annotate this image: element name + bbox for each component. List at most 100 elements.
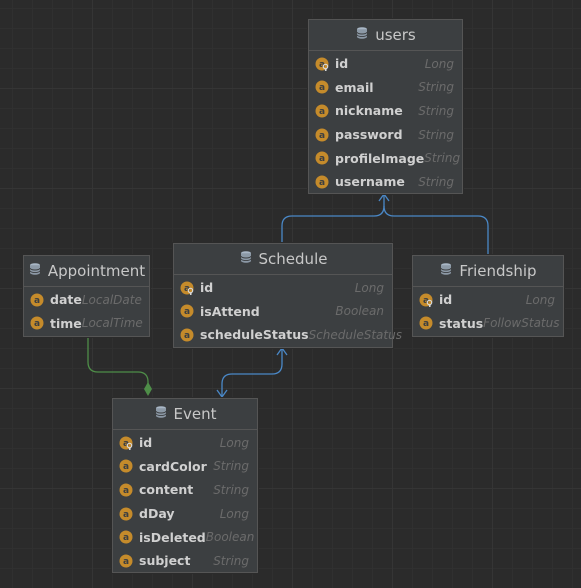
entity-event[interactable]: Event a id Long a cardColor String a content Str… [112, 398, 258, 573]
field-row-cardcolor[interactable]: a cardColor String [113, 455, 257, 479]
svg-text:a: a [34, 320, 40, 330]
key-icon: a [315, 57, 329, 71]
field-row-id[interactable]: a id Long [113, 431, 257, 455]
field-type: String [418, 127, 454, 142]
field-row-username[interactable]: a username String [309, 170, 462, 194]
entity-friendship[interactable]: Friendship a id Long a status FollowStatus [412, 255, 564, 337]
entity-friendship-title: Friendship [459, 262, 537, 280]
entity-appointment-header: Appointment [24, 256, 149, 287]
field-name: date [50, 292, 82, 308]
field-name: profileImage [335, 150, 425, 166]
field-icon: a [315, 128, 329, 142]
field-type: String [418, 103, 454, 118]
svg-text:a: a [123, 533, 129, 543]
field-row-status[interactable]: a status FollowStatus [413, 312, 563, 336]
field-name: isDeleted [139, 529, 206, 545]
table-icon [239, 250, 253, 268]
field-icon: a [315, 104, 329, 118]
field-row-isdeleted[interactable]: a isDeleted Boolean [113, 525, 257, 549]
edge-friendship-users [383, 205, 489, 255]
field-row-id[interactable]: a id Long [174, 276, 392, 300]
field-name: status [439, 315, 484, 331]
field-name: id [439, 292, 453, 308]
key-icon: a [180, 281, 194, 295]
field-row-subject[interactable]: a subject String [113, 549, 257, 573]
field-type: FollowStatus [483, 316, 560, 331]
entity-appointment[interactable]: Appointment a date LocalDate a time LocalTime [23, 255, 150, 337]
field-icon: a [419, 316, 433, 330]
field-icon: a [315, 151, 329, 165]
field-name: isAttend [200, 303, 260, 319]
field-name: username [335, 174, 405, 190]
field-type: Boolean [335, 304, 384, 319]
field-row-dday[interactable]: a dDay Long [113, 502, 257, 526]
svg-text:a: a [123, 486, 129, 496]
field-name: scheduleStatus [200, 327, 309, 343]
svg-text:a: a [184, 308, 190, 318]
table-icon [28, 262, 42, 280]
field-type: Long [219, 435, 249, 450]
field-type: String [213, 459, 249, 474]
field-icon: a [119, 554, 133, 568]
field-name: time [50, 315, 82, 331]
entity-users-header: users [309, 20, 462, 51]
field-name: cardColor [139, 458, 207, 474]
field-type: ScheduleStatus [308, 327, 402, 342]
entity-schedule-title: Schedule [258, 250, 328, 268]
svg-text:a: a [123, 463, 129, 473]
svg-text:a: a [34, 296, 40, 306]
field-type: LocalDate [81, 292, 142, 307]
entity-users[interactable]: users a id Long a email String a nickname String… [308, 19, 463, 194]
entity-users-title: users [375, 26, 416, 44]
field-row-email[interactable]: a email String [309, 76, 462, 100]
field-type: String [424, 151, 461, 166]
field-type: Boolean [205, 530, 255, 545]
entity-event-title: Event [173, 405, 217, 423]
field-icon: a [30, 316, 44, 330]
field-row-nickname[interactable]: a nickname String [309, 99, 462, 123]
field-type: String [418, 174, 454, 189]
table-icon [439, 262, 453, 280]
field-icon: a [30, 293, 44, 307]
field-row-time[interactable]: a time LocalTime [24, 312, 149, 336]
field-row-isattend[interactable]: a isAttend Boolean [174, 300, 392, 324]
field-icon: a [315, 175, 329, 189]
entity-schedule-header: Schedule [174, 244, 392, 275]
field-icon: a [119, 459, 133, 473]
field-name: id [200, 280, 214, 296]
svg-text:a: a [319, 84, 325, 94]
field-name: id [139, 435, 153, 451]
entity-event-header: Event [113, 399, 257, 430]
svg-text:a: a [184, 331, 190, 341]
svg-text:a: a [123, 510, 129, 520]
field-name: subject [139, 553, 191, 569]
composition-diamond [144, 382, 152, 396]
field-icon: a [180, 328, 194, 342]
field-row-profileimage[interactable]: a profileImage String [309, 146, 462, 170]
field-row-password[interactable]: a password String [309, 123, 462, 147]
field-type: String [213, 553, 249, 568]
edge-schedule-users [281, 194, 385, 243]
field-row-content[interactable]: a content String [113, 478, 257, 502]
field-icon: a [119, 507, 133, 521]
key-icon: a [119, 436, 133, 450]
table-icon [154, 405, 168, 423]
entity-schedule[interactable]: Schedule a id Long a isAttend Boolean a schedul… [173, 243, 402, 348]
field-name: dDay [139, 506, 175, 522]
field-row-id[interactable]: a id Long [413, 288, 563, 312]
field-row-date[interactable]: a date LocalDate [24, 288, 149, 312]
field-row-id[interactable]: a id Long [309, 52, 462, 76]
field-name: email [335, 79, 374, 95]
field-type: Long [424, 56, 454, 71]
field-row-schedulestatus[interactable]: a scheduleStatus ScheduleStatus [174, 323, 402, 347]
svg-text:a: a [319, 131, 325, 141]
field-type: Long [219, 506, 249, 521]
key-icon: a [419, 293, 433, 307]
svg-text:a: a [319, 107, 325, 117]
svg-text:a: a [123, 557, 129, 567]
table-icon [355, 26, 369, 44]
field-icon: a [315, 80, 329, 94]
field-type: Long [354, 280, 384, 295]
field-icon: a [119, 483, 133, 497]
field-icon: a [180, 304, 194, 318]
